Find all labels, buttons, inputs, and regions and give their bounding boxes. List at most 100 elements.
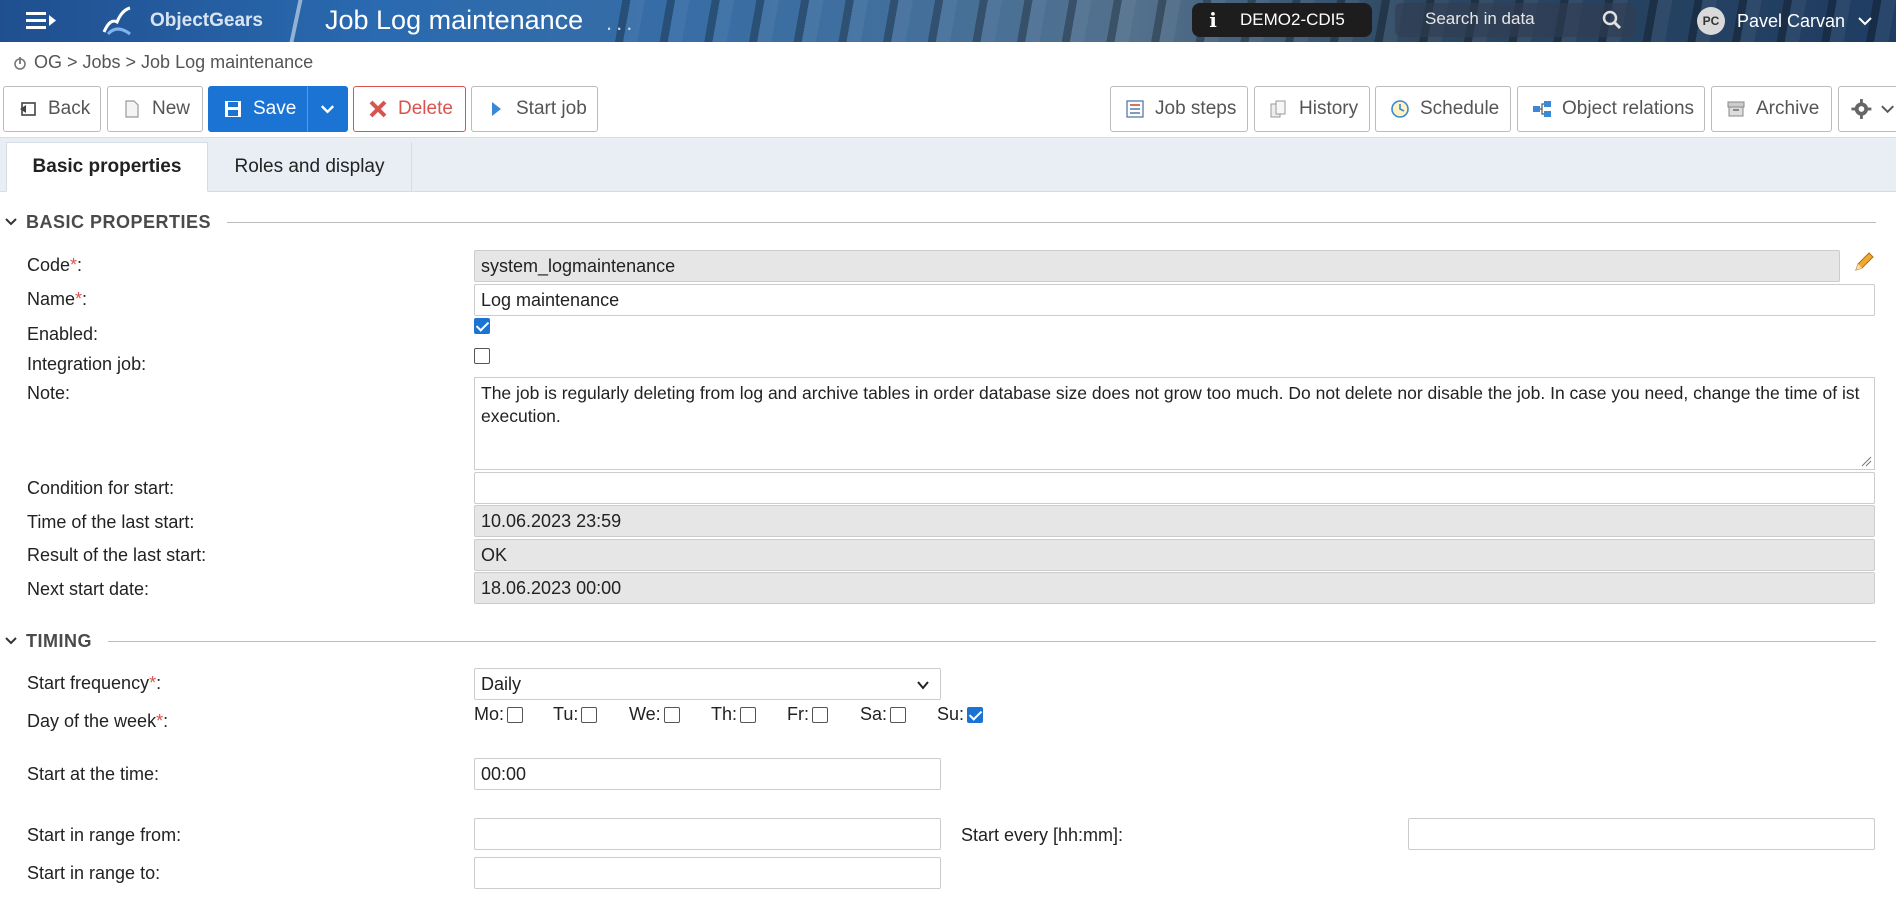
timing-section-header[interactable]: TIMING	[0, 629, 1876, 653]
day-tuesday-checkbox[interactable]	[581, 706, 598, 723]
collapse-chevron-icon[interactable]	[4, 215, 18, 229]
range-to-field[interactable]	[474, 857, 941, 889]
object-relations-label: Object relations	[1562, 98, 1695, 119]
search-icon[interactable]	[1601, 9, 1623, 31]
tab-basic-properties[interactable]: Basic properties	[6, 142, 208, 192]
condition-for-start-field[interactable]	[474, 472, 1875, 504]
day-sunday-checkbox[interactable]	[967, 706, 984, 723]
day-friday[interactable]: Fr:	[787, 704, 828, 725]
job-steps-button[interactable]: Job steps	[1110, 86, 1248, 132]
new-button[interactable]: New	[107, 86, 203, 132]
breadcrumb: OG > Jobs > Job Log maintenance	[12, 52, 313, 73]
save-button[interactable]: Save	[208, 86, 307, 132]
required-asterisk: *	[70, 255, 78, 275]
page-title: Job Log maintenance	[325, 5, 584, 35]
history-icon	[1270, 100, 1286, 118]
start-job-button[interactable]: Start job	[471, 86, 598, 132]
object-relations-button[interactable]: Object relations	[1517, 86, 1705, 132]
schedule-button[interactable]: Schedule	[1375, 86, 1511, 132]
day-saturday[interactable]: Sa:	[860, 704, 907, 725]
required-asterisk: *	[156, 711, 164, 731]
integration-job-checkbox[interactable]	[474, 348, 490, 364]
day-thursday-checkbox[interactable]	[740, 706, 757, 723]
day-wednesday-checkbox[interactable]	[663, 706, 680, 723]
next-start-date-field: 18.06.2023 00:00	[474, 572, 1875, 604]
delete-button[interactable]: Delete	[353, 86, 466, 132]
back-icon	[20, 102, 36, 116]
start-time-field[interactable]: 00:00	[474, 758, 941, 790]
title-more-menu[interactable]: ...	[606, 10, 636, 36]
save-label: Save	[253, 98, 297, 119]
day-of-week-label-text: Day of the week	[27, 711, 157, 731]
day-of-week-label: Day of the week*:	[27, 711, 169, 731]
back-button[interactable]: Back	[3, 86, 101, 132]
save-icon	[225, 101, 241, 117]
resize-grip-icon[interactable]	[1860, 455, 1872, 467]
info-icon: i	[1209, 8, 1217, 32]
history-button[interactable]: History	[1254, 86, 1370, 132]
name-field[interactable]: Log maintenance	[474, 284, 1875, 316]
job-steps-label: Job steps	[1155, 98, 1237, 119]
pencil-icon[interactable]	[1852, 250, 1876, 274]
day-label: Sa:	[860, 704, 888, 724]
last-start-time-label: Time of the last start:	[27, 512, 195, 532]
day-monday[interactable]: Mo:	[474, 704, 524, 725]
start-every-field[interactable]	[1408, 818, 1875, 850]
environment-name: DEMO2-CDI5	[1240, 10, 1345, 29]
range-to-label: Start in range to:	[27, 863, 161, 883]
settings-menu-button[interactable]	[1838, 86, 1896, 132]
enabled-checkbox[interactable]	[474, 318, 490, 334]
app-header: ObjectGears Job Log maintenance ... i DE…	[0, 0, 1896, 42]
save-dropdown-button[interactable]	[307, 86, 348, 132]
archive-label: Archive	[1756, 98, 1820, 119]
home-icon[interactable]	[12, 55, 28, 71]
day-monday-checkbox[interactable]	[507, 706, 524, 723]
day-wednesday[interactable]: We:	[629, 704, 680, 725]
code-field[interactable]: system_logmaintenance	[474, 250, 1840, 282]
start-every-label: Start every [hh:mm]:	[961, 825, 1124, 845]
name-label-text: Name	[27, 289, 76, 309]
delete-label: Delete	[398, 98, 453, 119]
basic-properties-section-header[interactable]: BASIC PROPERTIES	[0, 210, 1876, 234]
list-icon	[1126, 100, 1144, 118]
integration-job-label: Integration job:	[27, 354, 147, 374]
day-tuesday[interactable]: Tu:	[553, 704, 598, 725]
start-frequency-label-text: Start frequency	[27, 673, 150, 693]
range-from-field[interactable]	[474, 818, 941, 850]
archive-button[interactable]: Archive	[1711, 86, 1832, 132]
day-thursday[interactable]: Th:	[711, 704, 757, 725]
note-text: The job is regularly deleting from log a…	[481, 383, 1860, 426]
gear-icon	[1851, 99, 1872, 119]
breadcrumb-path[interactable]: OG > Jobs > Job Log maintenance	[34, 52, 313, 73]
day-sunday[interactable]: Su:	[937, 704, 984, 725]
day-label: Th:	[711, 704, 738, 724]
relations-icon	[1533, 101, 1551, 117]
last-start-time-field: 10.06.2023 23:59	[474, 505, 1875, 537]
chevron-down-icon	[320, 105, 335, 114]
objectgears-logo-icon	[102, 6, 131, 36]
main-menu-button[interactable]	[24, 6, 68, 36]
environment-badge[interactable]: i DEMO2-CDI5	[1192, 3, 1372, 37]
user-menu[interactable]: PC Pavel Carvan	[1697, 6, 1873, 36]
last-result-field: OK	[474, 539, 1875, 571]
section-title: BASIC PROPERTIES	[26, 211, 212, 232]
start-frequency-label: Start frequency*:	[27, 673, 162, 693]
search-input[interactable]: Search in data	[1395, 3, 1635, 37]
play-icon	[492, 102, 501, 116]
search-placeholder: Search in data	[1425, 9, 1535, 28]
tab-roles-and-display[interactable]: Roles and display	[208, 142, 412, 192]
day-label: Tu:	[553, 704, 579, 724]
day-friday-checkbox[interactable]	[812, 706, 828, 723]
code-label-text: Code	[27, 255, 71, 275]
collapse-chevron-icon[interactable]	[4, 634, 18, 648]
day-saturday-checkbox[interactable]	[890, 706, 907, 723]
day-label: Fr:	[787, 704, 809, 724]
note-textarea[interactable]: The job is regularly deleting from log a…	[474, 377, 1875, 470]
history-label: History	[1299, 98, 1359, 119]
app-logo[interactable]: ObjectGears	[100, 4, 263, 38]
tab-bar: Basic properties Roles and display	[0, 138, 1896, 192]
required-asterisk: *	[149, 673, 157, 693]
start-frequency-select[interactable]: Daily	[474, 668, 941, 700]
hamburger-icon	[26, 12, 56, 29]
new-document-icon	[125, 100, 139, 118]
